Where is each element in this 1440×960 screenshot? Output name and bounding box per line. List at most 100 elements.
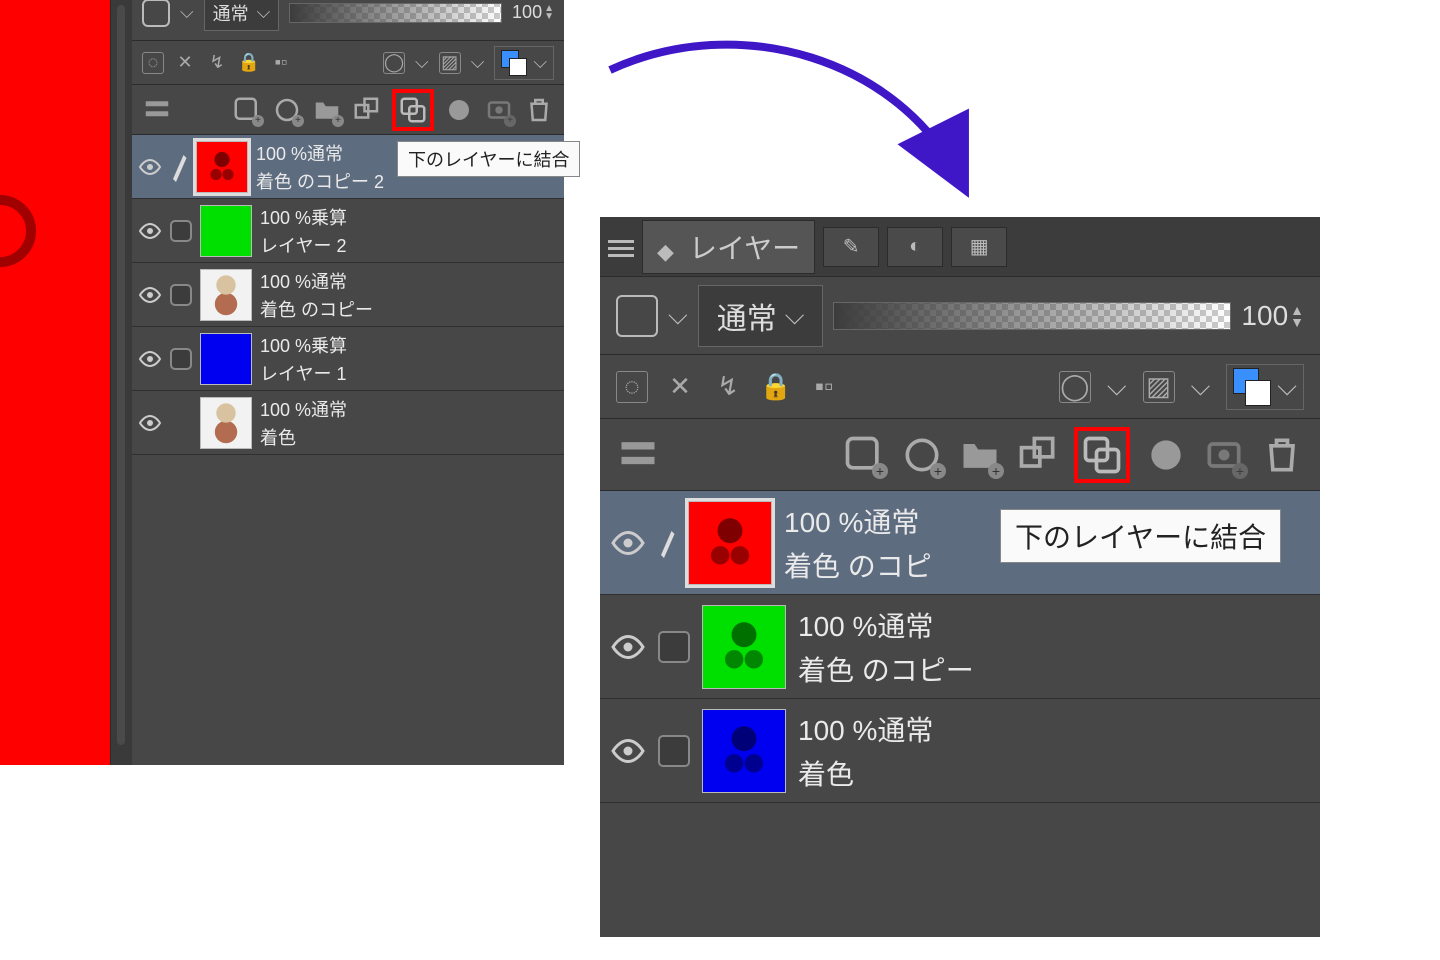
tone-icon[interactable]: ▨ (439, 52, 461, 74)
chevron-down-icon[interactable]: ⌵ (471, 52, 485, 73)
layer-link-slot[interactable] (170, 348, 192, 370)
blend-mode-select[interactable]: 通常 ⌵ (698, 285, 824, 347)
transfer-layer-icon[interactable] (352, 95, 382, 125)
layer-blend-label: 100 %通常 (260, 268, 373, 294)
chevron-down-icon[interactable]: ⌵ (415, 52, 429, 73)
chevron-down-icon[interactable]: ⌵ (1191, 371, 1211, 403)
tab-anim[interactable]: ▦ (951, 227, 1007, 267)
active-layer-pen-icon (170, 147, 188, 187)
tab-search[interactable]: ◐ (887, 227, 943, 267)
blend-mode-select[interactable]: 通常 ⌵ (204, 0, 280, 31)
visibility-eye-icon[interactable] (138, 219, 162, 243)
link-icon[interactable]: ↯ (206, 52, 228, 74)
delete-layer-icon[interactable] (1260, 433, 1304, 477)
add-mask-icon[interactable]: + (1202, 433, 1246, 477)
layer-color-swatch[interactable]: ⌵ (494, 46, 554, 80)
flatten-icon[interactable] (444, 95, 474, 125)
add-mask-icon[interactable]: + (484, 95, 514, 125)
panel-menu-icon[interactable] (142, 95, 172, 125)
mask-icon[interactable]: ◯ (1059, 371, 1091, 403)
layer-link-slot[interactable] (170, 284, 192, 306)
mask-icon[interactable]: ◯ (383, 52, 405, 74)
layer-thumbnail[interactable] (200, 205, 252, 257)
flatten-icon[interactable] (1144, 433, 1188, 477)
chevron-down-icon[interactable]: ⌵ (180, 2, 194, 23)
layer-row[interactable]: 100 %通常 着色 のコピー (600, 595, 1320, 699)
visibility-eye-icon[interactable] (138, 155, 162, 179)
layer-link-slot[interactable] (170, 220, 192, 242)
pixel-lock-icon[interactable]: ▪▫ (808, 371, 840, 403)
canvas-preview (0, 0, 110, 765)
layer-row[interactable]: 100 %通常 着色 (600, 699, 1320, 803)
lock-icon[interactable]: 🔒 (760, 371, 792, 403)
chevron-down-icon: ⌵ (533, 52, 547, 73)
select-area-icon[interactable]: ◌ (142, 52, 164, 74)
visibility-eye-icon[interactable] (610, 629, 646, 665)
clip-toggle-icon[interactable] (142, 0, 170, 27)
layer-row[interactable]: 100 %通常 着色 のコピ 下のレイヤーに結合 (600, 491, 1320, 595)
chevron-down-icon: ⌵ (257, 2, 271, 23)
layer-color-swatch[interactable]: ⌵ (1226, 364, 1304, 410)
layer-thumbnail[interactable] (200, 397, 252, 449)
layer-name: 着色 のコピー (798, 649, 974, 689)
select-area-icon[interactable]: ◌ (616, 371, 648, 403)
visibility-eye-icon[interactable] (610, 525, 646, 561)
delete-layer-icon[interactable] (524, 95, 554, 125)
new-raster-layer-icon[interactable]: + (232, 95, 262, 125)
layer-thumbnail[interactable] (702, 605, 786, 689)
layer-thumbnail[interactable] (702, 709, 786, 793)
panel-menu-icon[interactable] (616, 433, 660, 477)
layer-thumbnail[interactable] (196, 141, 248, 193)
opacity-slider[interactable] (289, 3, 502, 23)
visibility-eye-icon[interactable] (138, 411, 162, 435)
scrollbar[interactable] (117, 5, 125, 745)
transfer-layer-icon[interactable] (1016, 433, 1060, 477)
blend-opacity-row: ⌵ 通常 ⌵ 100 ▲▼ (132, 0, 564, 41)
layer-row[interactable]: 100 %乗算 レイヤー 2 (132, 199, 564, 263)
spinner-icon[interactable]: ▲▼ (1290, 304, 1304, 328)
visibility-eye-icon[interactable] (138, 283, 162, 307)
layer-thumbnail[interactable] (200, 269, 252, 321)
layer-link-slot[interactable] (658, 631, 690, 663)
lock-icon[interactable]: 🔒 (238, 52, 260, 74)
new-vector-layer-icon[interactable]: + (900, 433, 944, 477)
layer-row[interactable]: 100 %通常 着色 のコピー (132, 263, 564, 327)
opacity-value[interactable]: 100 ▲▼ (1241, 300, 1304, 332)
tab-edit[interactable]: ✎ (823, 227, 879, 267)
panel-menu-icon[interactable] (608, 236, 634, 258)
blend-mode-label: 通常 (213, 0, 249, 26)
chevron-down-icon[interactable]: ⌵ (1107, 371, 1127, 403)
layer-name: 着色 のコピー 2 (256, 168, 384, 194)
layer-row[interactable]: 100 %通常 着色 (132, 391, 564, 455)
layer-row[interactable]: 100 %乗算 レイヤー 1 (132, 327, 564, 391)
clapper-icon: ▦ (966, 234, 992, 260)
new-folder-icon[interactable]: + (958, 433, 1002, 477)
panel-gutter (110, 0, 132, 765)
layer-thumbnail[interactable] (200, 333, 252, 385)
opacity-value[interactable]: 100 ▲▼ (512, 2, 554, 23)
tone-icon[interactable]: ▨ (1143, 371, 1175, 403)
layer-blend-label: 100 %通常 (256, 140, 384, 166)
layer-blend-label: 100 %通常 (784, 501, 932, 541)
merge-down-button[interactable] (1074, 427, 1130, 483)
pixel-lock-icon[interactable]: ▪▫ (270, 52, 292, 74)
new-folder-icon[interactable]: + (312, 95, 342, 125)
ruler-icon[interactable]: ✕ (664, 371, 696, 403)
new-raster-layer-icon[interactable]: + (842, 433, 886, 477)
visibility-eye-icon[interactable] (138, 347, 162, 371)
new-vector-layer-icon[interactable]: + (272, 95, 302, 125)
spinner-icon[interactable]: ▲▼ (544, 5, 554, 21)
tab-layers[interactable]: レイヤー (642, 220, 815, 274)
layer-thumbnail[interactable] (688, 501, 772, 585)
ruler-icon[interactable]: ✕ (174, 52, 196, 74)
edit-icon: ✎ (838, 234, 864, 260)
layer-row[interactable]: 100 %通常 着色 のコピー 2 下のレイヤーに結合 (132, 135, 564, 199)
layer-name: 着色 のコピ (784, 545, 932, 585)
clip-toggle-icon[interactable] (616, 295, 658, 337)
layer-link-slot[interactable] (658, 735, 690, 767)
merge-down-button[interactable] (392, 89, 434, 131)
opacity-slider[interactable] (833, 302, 1231, 330)
chevron-down-icon[interactable]: ⌵ (668, 300, 688, 332)
visibility-eye-icon[interactable] (610, 733, 646, 769)
link-icon[interactable]: ↯ (712, 371, 744, 403)
